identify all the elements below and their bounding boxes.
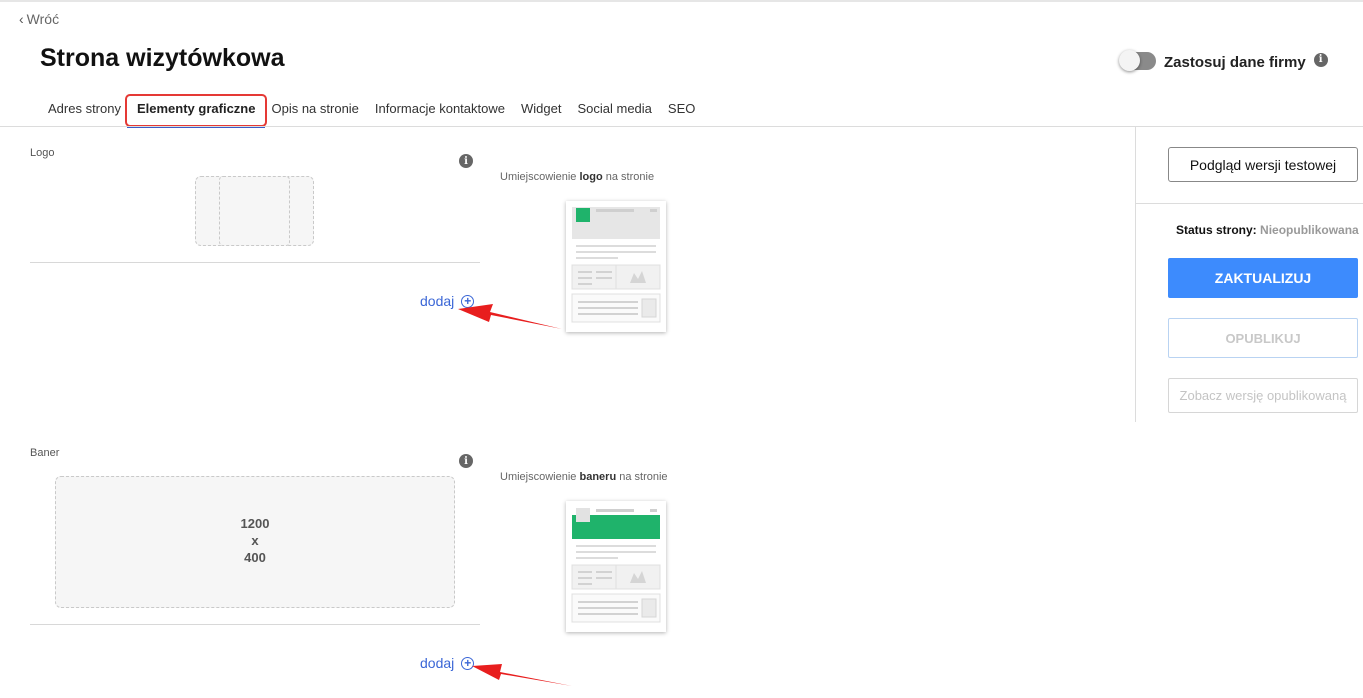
toggle-label: Zastosuj dane firmy — [1164, 54, 1306, 71]
tabs-divider — [0, 126, 1363, 127]
tab-seo[interactable]: SEO — [660, 96, 703, 124]
logo-annotation-arrow — [458, 304, 562, 329]
placement-bold: baneru — [579, 471, 617, 483]
update-button[interactable]: ZAKTUALIZUJ — [1168, 258, 1358, 298]
tab-highlight — [124, 94, 268, 127]
tab-adres-strony[interactable]: Adres strony — [40, 96, 129, 124]
back-label: Wróć — [26, 11, 60, 27]
sidebar-separator — [1136, 203, 1363, 204]
logo-info-icon[interactable]: i — [459, 154, 473, 168]
company-data-toggle[interactable] — [1119, 49, 1156, 71]
placement-prefix: Umiejscowienie — [500, 171, 577, 183]
logo-placement-text: Umiejscowienie logo na stronie — [500, 171, 654, 183]
tab-elementy-graficzne[interactable]: Elementy graficzne — [124, 94, 268, 128]
page-status: Status strony: Nieopublikowana — [1176, 223, 1359, 237]
tab-opis-na-stronie[interactable]: Opis na stronie — [263, 96, 366, 124]
view-published-button[interactable]: Zobacz wersję opublikowaną — [1168, 378, 1358, 413]
banner-placement-preview — [566, 501, 666, 632]
chevron-left-icon: ‹ — [19, 11, 24, 27]
logo-upload-inner — [219, 176, 290, 246]
logo-preview-graphic — [571, 207, 661, 323]
placement-bold: logo — [579, 171, 603, 183]
placement-suffix: na stronie — [605, 171, 655, 183]
status-label: Status strony: — [1176, 223, 1257, 237]
add-label: dodaj — [420, 655, 455, 671]
preview-test-version-button[interactable]: Podgląd wersji testowej — [1168, 147, 1358, 182]
page-title: Strona wizytówkowa — [40, 44, 285, 72]
tab-social-media[interactable]: Social media — [569, 96, 659, 124]
placement-prefix: Umiejscowienie — [500, 471, 577, 483]
info-icon[interactable]: i — [1313, 52, 1328, 67]
tab-bar: Adres strony Elementy graficzne Opis na … — [40, 94, 703, 128]
banner-width: 1200 — [240, 516, 270, 531]
tab-informacje-kontaktowe[interactable]: Informacje kontaktowe — [367, 96, 513, 124]
banner-add-link[interactable]: dodaj + — [420, 655, 475, 671]
banner-preview-graphic — [571, 508, 661, 623]
banner-size-text: 1200 x 400 — [55, 515, 455, 566]
logo-section-divider — [30, 262, 480, 263]
banner-annotation-arrow — [472, 664, 572, 686]
tab-widget[interactable]: Widget — [513, 96, 569, 124]
logo-section-label: Logo — [30, 147, 55, 159]
back-link[interactable]: ‹ Wróć — [19, 11, 59, 27]
company-data-toggle-group: Zastosuj dane firmy i — [1119, 49, 1328, 71]
publish-button[interactable]: OPUBLIKUJ — [1168, 318, 1358, 358]
banner-section-divider — [30, 624, 480, 625]
top-border — [0, 0, 1363, 2]
banner-separator: x — [251, 533, 259, 548]
status-value: Nieopublikowana — [1260, 223, 1359, 237]
add-label: dodaj — [420, 293, 455, 309]
banner-height: 400 — [244, 550, 266, 565]
sidebar-divider — [1135, 127, 1136, 422]
toggle-knob — [1119, 49, 1140, 71]
banner-placement-text: Umiejscowienie baneru na stronie — [500, 471, 668, 483]
banner-section-label: Baner — [30, 447, 60, 459]
placement-suffix: na stronie — [619, 471, 668, 483]
banner-info-icon[interactable]: i — [459, 454, 473, 468]
logo-placement-preview — [566, 201, 666, 332]
